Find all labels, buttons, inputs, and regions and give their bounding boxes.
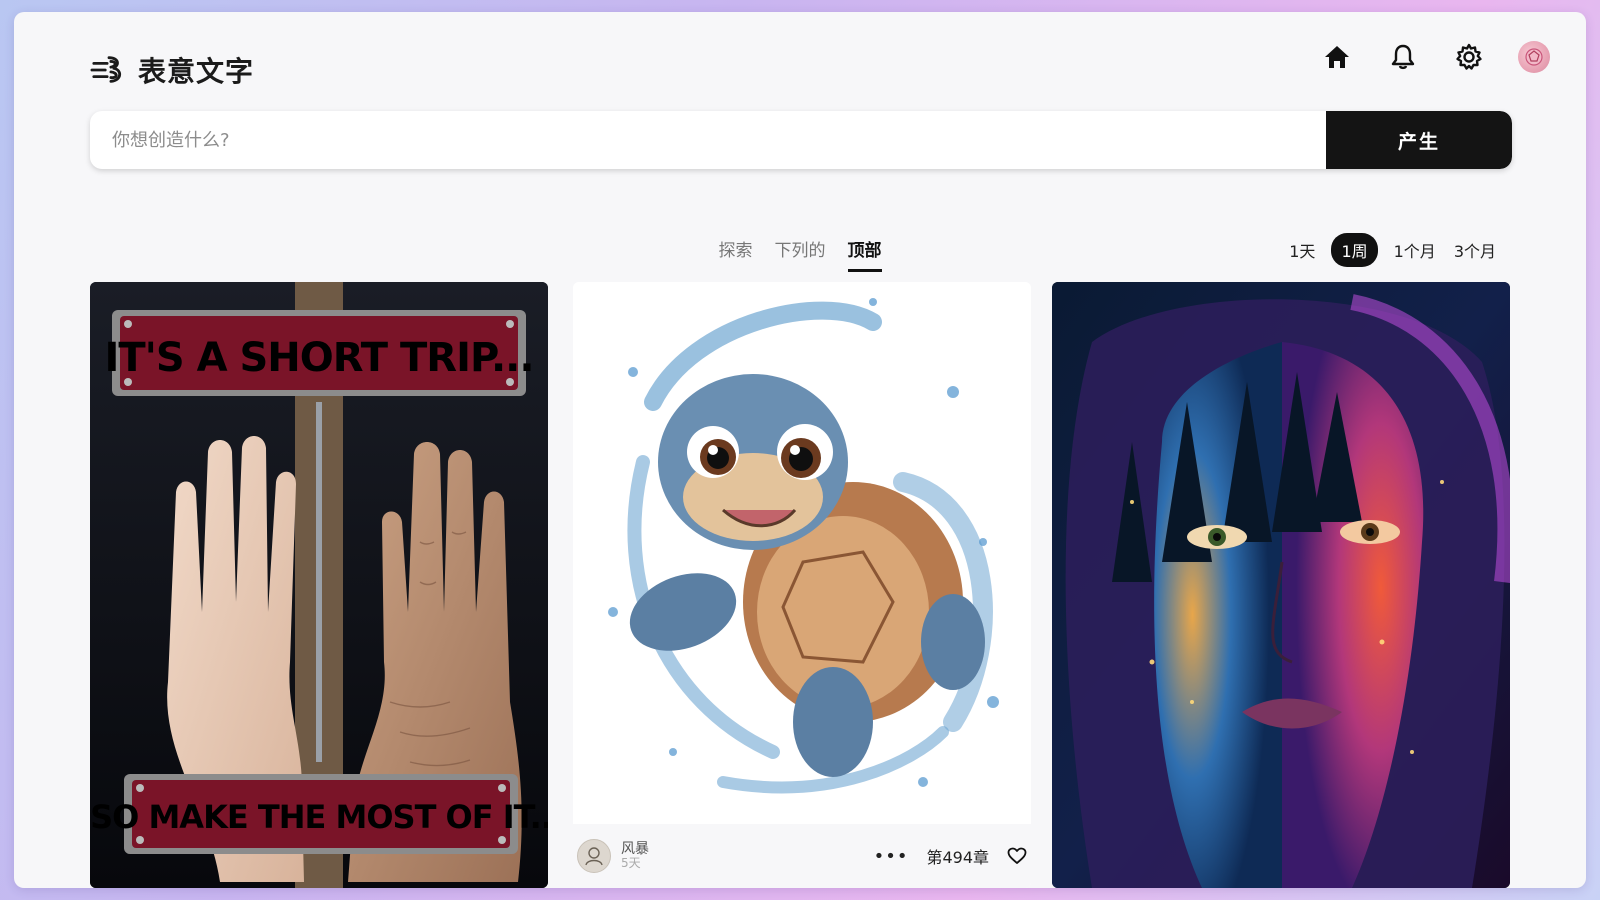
- range-1-week[interactable]: 1周: [1331, 233, 1378, 267]
- bell-icon: [1391, 44, 1415, 70]
- home-button[interactable]: [1320, 40, 1354, 74]
- logo-icon: [90, 56, 122, 83]
- user-avatar[interactable]: [1518, 41, 1550, 73]
- tab-following[interactable]: 下列的: [775, 236, 826, 272]
- hands-poster-image: IT'S A SHORT TRIP... SO MAKE THE MOST OF…: [90, 282, 548, 888]
- more-options-icon[interactable]: •••: [874, 846, 909, 867]
- prompt-input[interactable]: [90, 111, 1326, 169]
- avatar-icon: [1525, 48, 1543, 66]
- range-3-months[interactable]: 3个月: [1452, 233, 1498, 267]
- author-avatar-icon: [585, 847, 603, 866]
- time-range-filter: 1天 1周 1个月 3个月: [1287, 233, 1498, 267]
- image-card[interactable]: [1052, 282, 1510, 888]
- image-card[interactable]: 风暴 5天 ••• 第494章: [573, 282, 1031, 888]
- notifications-button[interactable]: [1386, 40, 1420, 74]
- logo-text: 表意文字: [138, 55, 255, 88]
- author-name[interactable]: 风暴: [621, 841, 649, 857]
- home-icon: [1325, 46, 1349, 68]
- turtle-image: [573, 282, 1031, 824]
- heart-icon: [1007, 847, 1027, 864]
- range-1-month[interactable]: 1个月: [1392, 233, 1438, 267]
- author-avatar[interactable]: [577, 839, 611, 873]
- tab-explore[interactable]: 探索: [719, 236, 753, 272]
- range-1-day[interactable]: 1天: [1287, 233, 1317, 267]
- settings-button[interactable]: [1452, 40, 1486, 74]
- card-meta: 风暴 5天 ••• 第494章: [573, 824, 1031, 888]
- author-info: 风暴 5天: [621, 841, 649, 871]
- rank-label: 第494章: [926, 848, 989, 867]
- face-portrait-image: [1052, 282, 1510, 888]
- image-card[interactable]: IT'S A SHORT TRIP... SO MAKE THE MOST OF…: [90, 282, 548, 888]
- header-actions: [1320, 40, 1550, 74]
- card-actions: ••• 第494章: [874, 844, 1027, 868]
- gear-icon: [1456, 43, 1482, 70]
- like-button[interactable]: [1007, 847, 1027, 865]
- app-window: 表意文字 你想创造什么? 产生 探索 下列的 顶部 1天 1周 1个月 3个月 …: [14, 12, 1586, 888]
- post-age: 5天: [621, 856, 641, 871]
- sign-bottom-text: SO MAKE THE MOST OF IT..: [90, 798, 548, 836]
- prompt-bar: 产生: [90, 111, 1512, 169]
- tab-top[interactable]: 顶部: [847, 236, 882, 272]
- logo[interactable]: 表意文字: [90, 50, 254, 90]
- sign-top-text: IT'S A SHORT TRIP...: [104, 335, 533, 381]
- generate-button[interactable]: 产生: [1326, 111, 1512, 169]
